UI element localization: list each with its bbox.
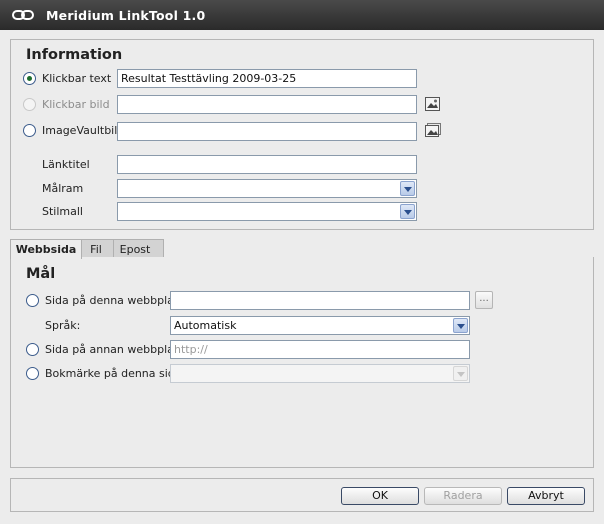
clickable-image-radio[interactable] xyxy=(23,98,36,111)
link-title-input[interactable] xyxy=(117,155,417,174)
imagevault-radio[interactable] xyxy=(23,124,36,137)
tab-epost[interactable]: Epost xyxy=(106,239,164,258)
webpage-tab-panel xyxy=(10,257,594,468)
bookmark-select[interactable] xyxy=(170,364,470,383)
link-chain-icon xyxy=(12,10,34,20)
other-site-label: Sida på annan webbplats xyxy=(45,343,184,356)
ok-button[interactable]: OK xyxy=(341,487,419,505)
target-heading: Mål xyxy=(26,266,56,282)
imagevault-label: ImageVaultbild xyxy=(42,124,125,137)
chevron-down-icon[interactable] xyxy=(453,366,468,381)
tab-fil[interactable]: Fil xyxy=(78,239,114,258)
bookmark-label: Bokmärke på denna sida xyxy=(45,367,182,380)
window-title: Meridium LinkTool 1.0 xyxy=(46,7,206,23)
bookmark-radio[interactable] xyxy=(26,367,39,380)
this-site-radio[interactable] xyxy=(26,294,39,307)
style-label: Stilmall xyxy=(42,205,83,218)
clickable-image-label: Klickbar bild xyxy=(42,98,110,111)
chevron-down-icon[interactable] xyxy=(453,318,468,333)
clickable-text-label: Klickbar text xyxy=(42,72,112,85)
language-selected-value: Automatisk xyxy=(174,319,237,332)
language-label: Språk: xyxy=(45,319,81,332)
image-picker-icon[interactable] xyxy=(425,97,440,111)
cancel-button[interactable]: Avbryt xyxy=(507,487,585,505)
information-heading: Information xyxy=(26,47,123,63)
imagevault-input[interactable] xyxy=(117,122,417,141)
chevron-down-icon[interactable] xyxy=(400,181,415,196)
other-site-url-input[interactable]: http:// xyxy=(170,340,470,359)
imagevault-picker-icon[interactable] xyxy=(425,123,441,137)
browse-button[interactable]: ... xyxy=(475,291,493,309)
clickable-text-input[interactable]: Resultat Testtävling 2009-03-25 xyxy=(117,69,417,88)
link-title-label: Länktitel xyxy=(42,158,90,171)
this-site-input[interactable] xyxy=(170,291,470,310)
delete-button[interactable]: Radera xyxy=(424,487,502,505)
style-select[interactable] xyxy=(117,202,417,221)
this-site-label: Sida på denna webbplats xyxy=(45,294,184,307)
chevron-down-icon[interactable] xyxy=(400,204,415,219)
tab-strip: Epost Fil Webbsida xyxy=(10,239,594,259)
language-select[interactable]: Automatisk xyxy=(170,316,470,335)
title-bar: Meridium LinkTool 1.0 xyxy=(0,0,604,30)
clickable-image-input[interactable] xyxy=(117,95,417,114)
clickable-text-radio[interactable] xyxy=(23,72,36,85)
target-frame-select[interactable] xyxy=(117,179,417,198)
other-site-radio[interactable] xyxy=(26,343,39,356)
target-frame-label: Målram xyxy=(42,182,84,195)
tab-webbsida[interactable]: Webbsida xyxy=(10,239,82,259)
